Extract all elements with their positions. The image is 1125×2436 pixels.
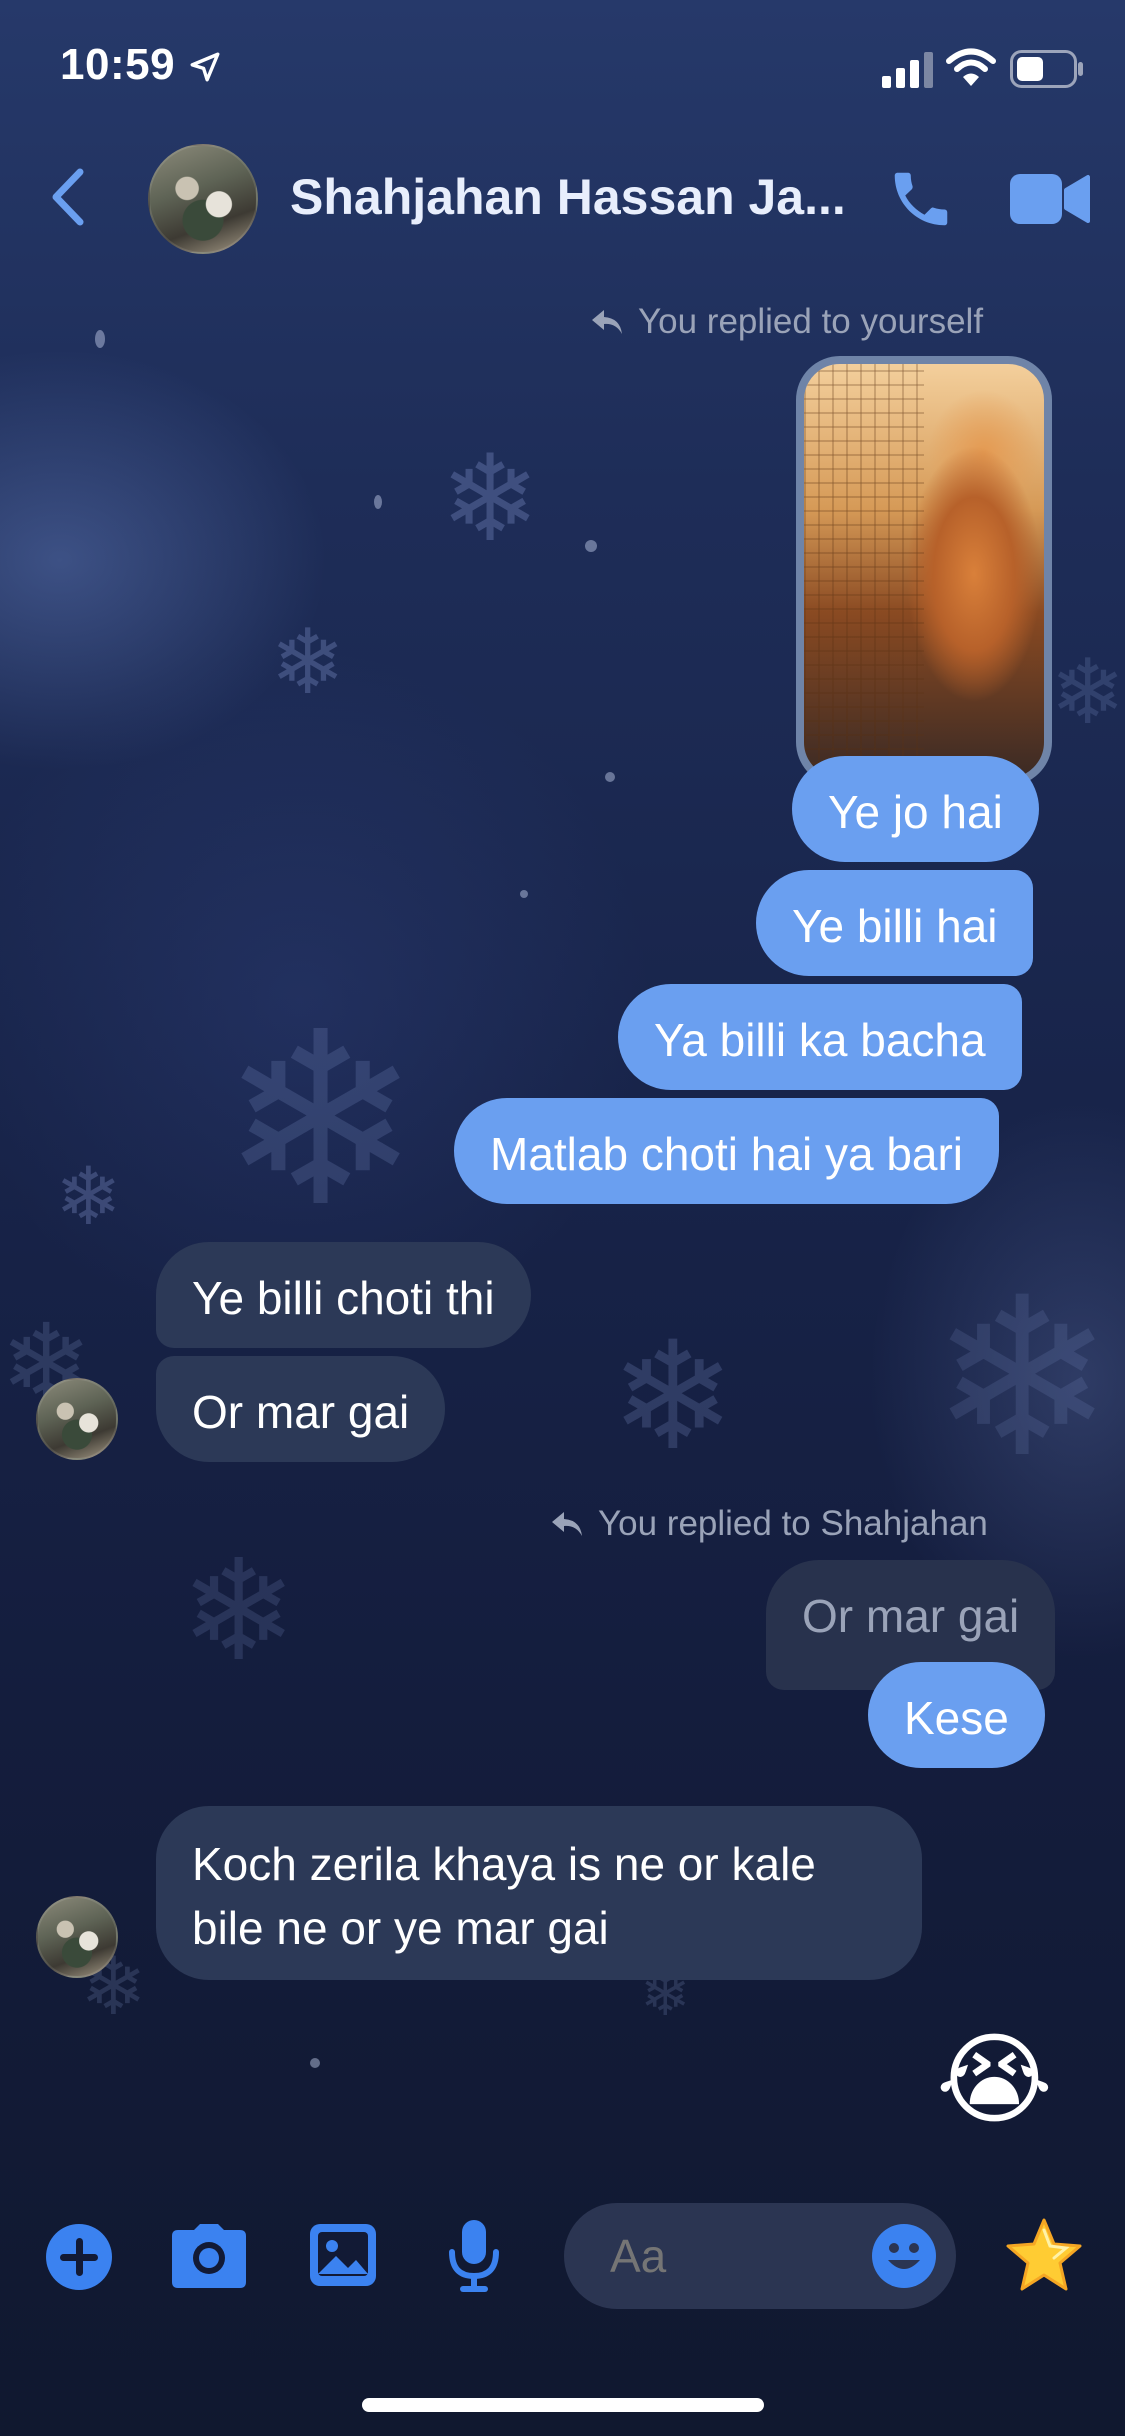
snow-dot: [605, 772, 615, 782]
message-composer[interactable]: [564, 2203, 956, 2309]
contact-avatar[interactable]: [148, 144, 258, 254]
message-line: bile ne or ye mar gai: [192, 1902, 609, 1954]
status-time: 10:59: [60, 40, 176, 89]
microphone-icon[interactable]: [446, 2218, 502, 2299]
sent-message[interactable]: Ye jo hai: [792, 756, 1039, 862]
reply-note: You replied to yourself: [638, 302, 984, 341]
location-arrow-icon: [188, 50, 222, 89]
crying-emoji-message[interactable]: 😭: [936, 2020, 1053, 2140]
reply-arrow-icon: [592, 310, 622, 334]
received-message[interactable]: Koch zerila khaya is ne or kale bile ne …: [156, 1806, 922, 1980]
home-indicator: [362, 2398, 764, 2412]
camera-icon[interactable]: [170, 2222, 248, 2295]
reply-indicator: You replied to yourself: [590, 302, 983, 342]
phone-call-icon[interactable]: [886, 164, 956, 239]
received-message[interactable]: Ye billi choti thi: [156, 1242, 531, 1348]
reply-arrow-icon: [552, 1512, 582, 1536]
snowflake-decoration: ❄: [270, 613, 346, 713]
sent-message[interactable]: Ye billi hai: [756, 870, 1034, 976]
message-input[interactable]: [610, 2225, 840, 2287]
snowflake-decoration: ❄: [180, 1532, 298, 1689]
reply-note: You replied to Shahjahan: [598, 1504, 988, 1543]
emoji-picker-icon[interactable]: [870, 2222, 938, 2295]
reply-indicator: You replied to Shahjahan: [550, 1504, 988, 1544]
contact-name[interactable]: Shahjahan Hassan Ja...: [290, 168, 846, 226]
snow-dot: [520, 890, 528, 898]
received-message[interactable]: Or mar gai: [156, 1356, 446, 1462]
snowflake-decoration: ❄: [220, 986, 422, 1254]
add-plus-icon[interactable]: [44, 2222, 114, 2297]
snow-dot: [310, 2058, 320, 2068]
snow-dot: [374, 495, 382, 509]
snowflake-decoration: ❄: [55, 1152, 123, 1241]
snowflake-decoration: ❄: [1050, 643, 1125, 743]
snow-dot: [95, 330, 105, 348]
photo-gallery-icon[interactable]: [308, 2222, 378, 2293]
sender-avatar[interactable]: [36, 1378, 118, 1460]
video-call-icon[interactable]: [1010, 172, 1090, 231]
snow-dot: [585, 540, 597, 552]
cat-photo-attachment[interactable]: [796, 356, 1052, 786]
wifi-icon: [946, 48, 996, 93]
snowflake-decoration: ❄: [610, 1312, 736, 1480]
battery-icon: [1010, 50, 1084, 93]
sent-message[interactable]: Matlab choti hai ya bari: [454, 1098, 1000, 1204]
star-effects-icon[interactable]: [1004, 2216, 1084, 2299]
message-line: Koch zerila khaya is ne or kale: [192, 1838, 816, 1890]
sent-message[interactable]: Kese: [868, 1662, 1045, 1768]
sender-avatar[interactable]: [36, 1896, 118, 1978]
back-chevron-icon[interactable]: [46, 166, 88, 233]
cellular-signal-icon: [882, 52, 934, 93]
snowflake-decoration: ❄: [440, 432, 541, 566]
sent-message[interactable]: Ya billi ka bacha: [618, 984, 1022, 1090]
snowflake-decoration: ❄: [930, 1255, 1115, 1501]
